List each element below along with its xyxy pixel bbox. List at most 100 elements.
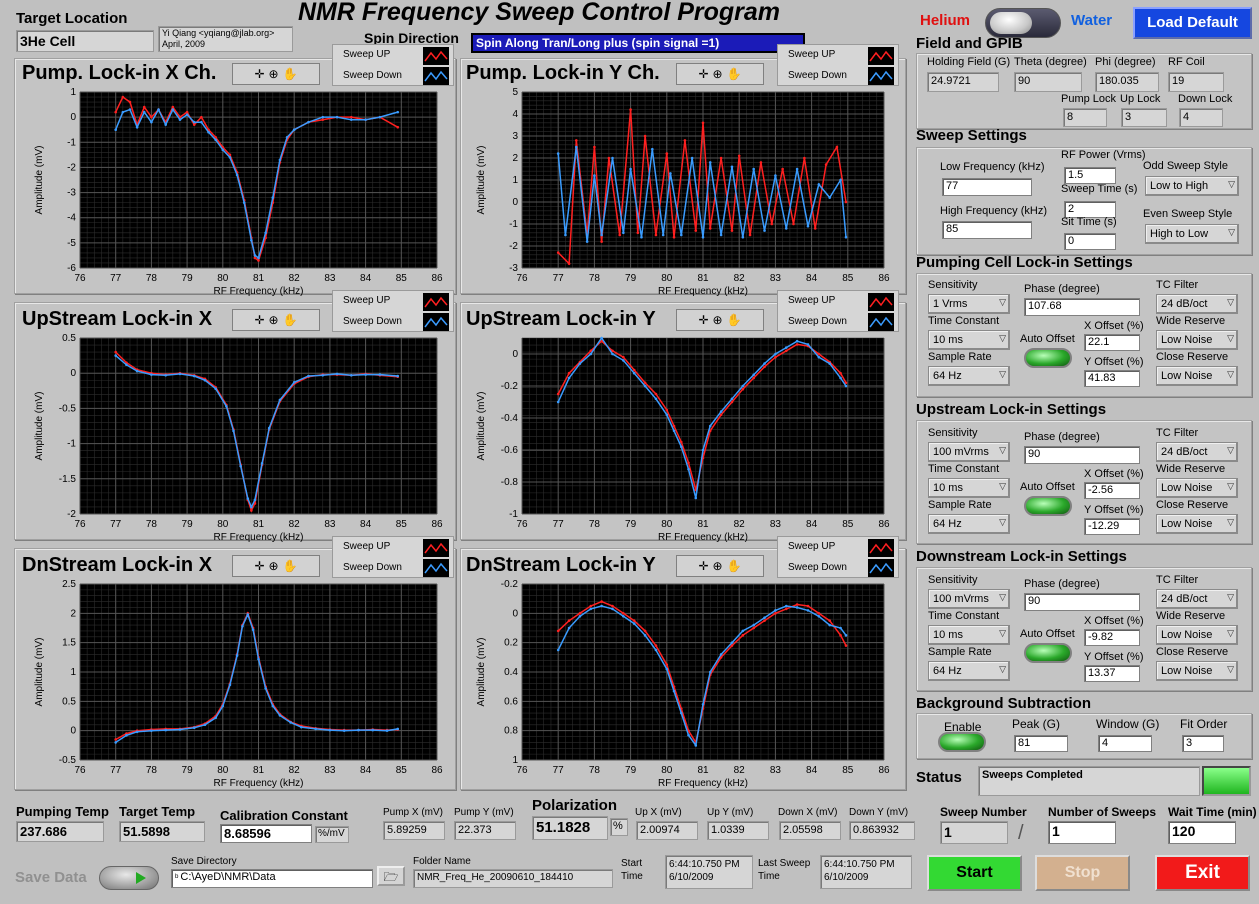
pump-wide-reserve-label: Wide Reserve: [1156, 315, 1226, 327]
up-y-offset-input[interactable]: -12.29: [1084, 518, 1140, 535]
data-point-sweep-down: [694, 496, 698, 500]
up-phase-input[interactable]: 90: [1024, 446, 1140, 464]
target-location-value[interactable]: 3He Cell: [16, 30, 154, 52]
data-point-sweep-down: [611, 156, 614, 160]
zoom-icon[interactable]: ⊕: [269, 313, 279, 327]
graph-tools-pump-y[interactable]: ✛ ⊕ ✋: [676, 63, 764, 85]
hand-icon[interactable]: ✋: [727, 559, 742, 573]
helium-water-toggle[interactable]: [985, 8, 1061, 38]
pump-auto-offset-button[interactable]: [1024, 348, 1072, 368]
crosshair-icon[interactable]: ✛: [254, 313, 264, 327]
hand-icon[interactable]: ✋: [283, 559, 298, 573]
pump-tc-filter-select[interactable]: 24 dB/oct ▽: [1156, 294, 1238, 314]
legend-pump-y[interactable]: Sweep UP Sweep Down: [777, 44, 899, 86]
x-tick-label: 77: [110, 519, 122, 530]
zoom-icon[interactable]: ⊕: [713, 559, 723, 573]
data-point-sweep-down: [719, 233, 723, 237]
chart-up-y[interactable]: 76 77 78 79 80 81 82 83 84 85 86 0 -0.2 -0.4 -0.6 -0.8 -…: [472, 334, 892, 546]
pump-time-constant-select[interactable]: 10 ms ▽: [928, 330, 1010, 350]
pump-close-reserve-select[interactable]: Low Noise ▽: [1156, 366, 1238, 386]
data-point-sweep-up: [817, 352, 821, 356]
graph-tools-up-x[interactable]: ✛ ⊕ ✋: [232, 309, 320, 331]
crosshair-icon[interactable]: ✛: [698, 313, 708, 327]
crosshair-icon[interactable]: ✛: [698, 67, 708, 81]
fit-order-input[interactable]: 3: [1182, 735, 1224, 752]
pump-wide-reserve-select[interactable]: Low Noise ▽: [1156, 330, 1238, 350]
pump-lockin-title: Pumping Cell Lock-in Settings: [916, 254, 1133, 271]
crosshair-icon[interactable]: ✛: [254, 559, 264, 573]
dn-y-offset-input[interactable]: 13.37: [1084, 665, 1140, 682]
zoom-icon[interactable]: ⊕: [269, 559, 279, 573]
dn-sensitivity-select[interactable]: 100 mVrms ▽: [928, 589, 1010, 609]
pump-phase-input[interactable]: 107.68: [1024, 298, 1140, 316]
even-sweep-style-select[interactable]: High to Low ▽: [1145, 224, 1239, 244]
spin-direction-select[interactable]: Spin Along Tran/Long plus (spin signal =…: [471, 33, 805, 53]
save-directory-input[interactable]: ᵇ C:\AyeD\NMR\Data: [171, 869, 373, 888]
high-frequency-input[interactable]: 85: [942, 221, 1032, 239]
hand-icon[interactable]: ✋: [283, 313, 298, 327]
chart-pump-x[interactable]: 76 77 78 79 80 81 82 83 84 85 86 1 0 -1 -2 -3 -4 -5 -6 RF F…: [30, 88, 445, 300]
legend-pump-x[interactable]: Sweep UP Sweep Down: [332, 44, 454, 86]
browse-folder-button[interactable]: 🗁: [377, 866, 405, 886]
dn-phase-label: Phase (degree): [1024, 578, 1100, 590]
dn-close-reserve-select[interactable]: Low Noise ▽: [1156, 661, 1238, 681]
hand-icon[interactable]: ✋: [727, 313, 742, 327]
stop-button[interactable]: Stop: [1035, 855, 1130, 891]
dn-time-constant-select[interactable]: 10 ms ▽: [928, 625, 1010, 645]
pump-y-offset-input[interactable]: 41.83: [1084, 370, 1140, 387]
crosshair-icon[interactable]: ✛: [254, 67, 264, 81]
data-point-sweep-up: [632, 368, 636, 372]
y-tick-label: -3: [509, 263, 518, 274]
graph-tools-dn-x[interactable]: ✛ ⊕ ✋: [232, 555, 320, 577]
chart-up-x[interactable]: 76 77 78 79 80 81 82 83 84 85 86 0.5 0 -0.5 -1 -1.5 -2 RF…: [30, 334, 445, 546]
dn-auto-offset-button[interactable]: [1024, 643, 1072, 663]
data-point-sweep-down: [128, 108, 132, 111]
window-input[interactable]: 4: [1098, 735, 1152, 752]
calibration-input[interactable]: 8.68596: [220, 824, 312, 843]
zoom-icon[interactable]: ⊕: [713, 313, 723, 327]
up-sample-rate-select[interactable]: 64 Hz ▽: [928, 514, 1010, 534]
hand-icon[interactable]: ✋: [727, 67, 742, 81]
exit-button[interactable]: Exit: [1155, 855, 1250, 891]
up-close-reserve-select[interactable]: Low Noise ▽: [1156, 514, 1238, 534]
wait-time-input[interactable]: 120: [1168, 821, 1236, 844]
pump-x-offset-input[interactable]: 22.1: [1084, 334, 1140, 351]
pump-sample-rate-select[interactable]: 64 Hz ▽: [928, 366, 1010, 386]
load-default-button[interactable]: Load Default: [1133, 7, 1252, 39]
up-time-constant-select[interactable]: 10 ms ▽: [928, 478, 1010, 498]
dn-sample-rate-select[interactable]: 64 Hz ▽: [928, 661, 1010, 681]
data-point-sweep-down: [694, 744, 698, 747]
up-wide-reserve-select[interactable]: Low Noise ▽: [1156, 478, 1238, 498]
start-button[interactable]: Start: [927, 855, 1022, 891]
pump-sensitivity-select[interactable]: 1 Vrms ▽: [928, 294, 1010, 314]
hand-icon[interactable]: ✋: [283, 67, 298, 81]
peak-input[interactable]: 81: [1014, 735, 1068, 752]
crosshair-icon[interactable]: ✛: [698, 559, 708, 573]
save-data-toggle[interactable]: [99, 866, 159, 890]
zoom-icon[interactable]: ⊕: [269, 67, 279, 81]
odd-sweep-style-select[interactable]: Low to High ▽: [1145, 176, 1239, 196]
dn-tc-filter-select[interactable]: 24 dB/oct ▽: [1156, 589, 1238, 609]
zoom-icon[interactable]: ⊕: [713, 67, 723, 81]
rf-power-input[interactable]: 1.5: [1064, 167, 1116, 184]
background-enable-toggle[interactable]: [938, 732, 986, 752]
graph-tools-pump-x[interactable]: ✛ ⊕ ✋: [232, 63, 320, 85]
up-sensitivity-select[interactable]: 100 mVrms ▽: [928, 442, 1010, 462]
chart-dn-x[interactable]: 76 77 78 79 80 81 82 83 84 85 86 2.5 2 1.5 1 0.5 0 -0.5 RF…: [30, 580, 445, 792]
chart-dn-y[interactable]: 76 77 78 79 80 81 82 83 84 85 86 -0.2 0 0.2 0.4 0.6 0.8 1…: [472, 580, 892, 792]
dn-x-offset-input[interactable]: -9.82: [1084, 629, 1140, 646]
sit-time-input[interactable]: 0: [1064, 233, 1116, 250]
up-auto-offset-button[interactable]: [1024, 496, 1072, 516]
graph-tools-dn-y[interactable]: ✛ ⊕ ✋: [676, 555, 764, 577]
up-tc-filter-select[interactable]: 24 dB/oct ▽: [1156, 442, 1238, 462]
low-frequency-input[interactable]: 77: [942, 178, 1032, 196]
up-y-offset-label: Y Offset (%): [1084, 504, 1144, 516]
chart-pump-y[interactable]: 76 77 78 79 80 81 82 83 84 85 86 5 4 3 2 1 0 -1 -2 -3 RF Fre…: [472, 88, 892, 300]
graph-tools-up-y[interactable]: ✛ ⊕ ✋: [676, 309, 764, 331]
num-sweeps-input[interactable]: 1: [1048, 821, 1116, 844]
data-point-sweep-up: [672, 424, 676, 428]
dn-wide-reserve-select[interactable]: Low Noise ▽: [1156, 625, 1238, 645]
up-x-offset-input[interactable]: -2.56: [1084, 482, 1140, 499]
dn-phase-input[interactable]: 90: [1024, 593, 1140, 611]
data-point-sweep-down: [679, 233, 683, 237]
